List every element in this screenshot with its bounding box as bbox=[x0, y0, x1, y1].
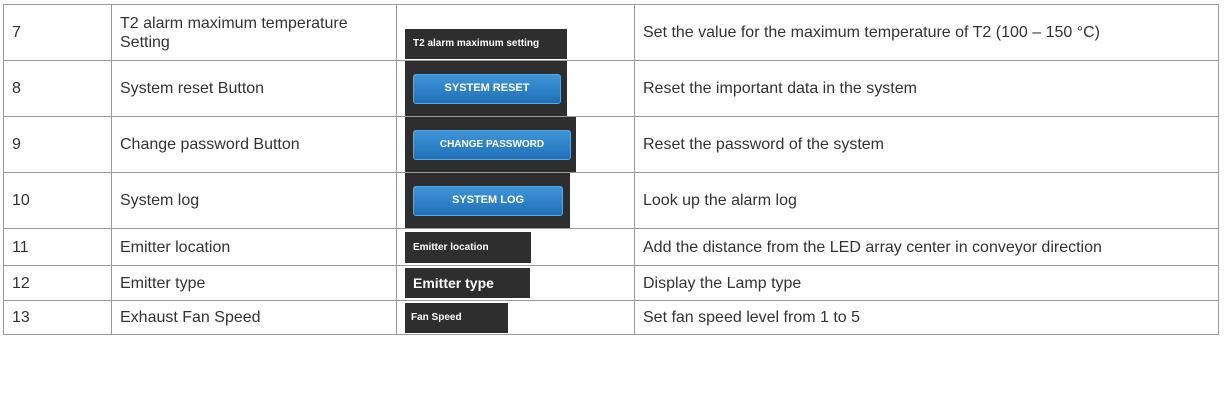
screenshot-label: Fan Speed bbox=[411, 312, 462, 323]
feature-screenshot-cell: T2 alarm maximum setting bbox=[396, 4, 635, 61]
table-row: 10 System log SYSTEM LOG Look up the ala… bbox=[3, 172, 1219, 229]
feature-screenshot-cell: Fan Speed bbox=[396, 300, 635, 335]
change-password-button[interactable]: CHANGE PASSWORD bbox=[413, 129, 571, 160]
table-row: 13 Exhaust Fan Speed Fan Speed Set fan s… bbox=[3, 300, 1219, 335]
row-number: 11 bbox=[3, 228, 112, 266]
row-number: 12 bbox=[3, 265, 112, 301]
feature-table: 7 T2 alarm maximum temperature Setting T… bbox=[3, 4, 1219, 335]
feature-description: Reset the password of the system bbox=[634, 116, 1219, 173]
feature-description: Display the Lamp type bbox=[634, 265, 1219, 301]
system-reset-button[interactable]: SYSTEM RESET bbox=[413, 73, 561, 104]
feature-description: Add the distance from the LED array cent… bbox=[634, 228, 1219, 266]
feature-screenshot-cell: SYSTEM LOG bbox=[396, 172, 635, 229]
t2-alarm-setting-label-image: T2 alarm maximum setting bbox=[405, 28, 567, 59]
change-password-button-image: CHANGE PASSWORD bbox=[405, 117, 576, 172]
feature-name: System reset Button bbox=[111, 60, 397, 117]
feature-name: Emitter location bbox=[111, 228, 397, 266]
row-number: 13 bbox=[3, 300, 112, 335]
feature-name: Change password Button bbox=[111, 116, 397, 173]
system-log-button-image: SYSTEM LOG bbox=[405, 173, 570, 228]
feature-screenshot-cell: Emitter type bbox=[396, 265, 635, 301]
feature-description: Set the value for the maximum temperatur… bbox=[634, 4, 1219, 61]
row-number: 7 bbox=[3, 4, 112, 61]
table-row: 9 Change password Button CHANGE PASSWORD… bbox=[3, 116, 1219, 173]
feature-name: System log bbox=[111, 172, 397, 229]
feature-name: Exhaust Fan Speed bbox=[111, 300, 397, 335]
fan-speed-label-image: Fan Speed bbox=[405, 302, 508, 333]
feature-name: T2 alarm maximum temperature Setting bbox=[111, 4, 397, 61]
table-row: 8 System reset Button SYSTEM RESET Reset… bbox=[3, 60, 1219, 117]
emitter-location-label-image: Emitter location bbox=[405, 231, 531, 263]
table-row: 12 Emitter type Emitter type Display the… bbox=[3, 265, 1219, 301]
feature-description: Set fan speed level from 1 to 5 bbox=[634, 300, 1219, 335]
feature-description: Reset the important data in the system bbox=[634, 60, 1219, 117]
feature-description: Look up the alarm log bbox=[634, 172, 1219, 229]
system-reset-button-image: SYSTEM RESET bbox=[405, 61, 567, 116]
table-row: 7 T2 alarm maximum temperature Setting T… bbox=[3, 4, 1219, 61]
emitter-type-label-image: Emitter type bbox=[405, 268, 530, 298]
screenshot-label: Emitter location bbox=[413, 241, 489, 253]
feature-screenshot-cell: CHANGE PASSWORD bbox=[396, 116, 635, 173]
feature-screenshot-cell: Emitter location bbox=[396, 228, 635, 266]
system-log-button[interactable]: SYSTEM LOG bbox=[413, 185, 563, 216]
table-row: 11 Emitter location Emitter location Add… bbox=[3, 228, 1219, 266]
screenshot-label: Emitter type bbox=[413, 274, 494, 291]
screenshot-label: T2 alarm maximum setting bbox=[413, 38, 540, 49]
row-number: 10 bbox=[3, 172, 112, 229]
feature-screenshot-cell: SYSTEM RESET bbox=[396, 60, 635, 117]
feature-name: Emitter type bbox=[111, 265, 397, 301]
row-number: 9 bbox=[3, 116, 112, 173]
row-number: 8 bbox=[3, 60, 112, 117]
